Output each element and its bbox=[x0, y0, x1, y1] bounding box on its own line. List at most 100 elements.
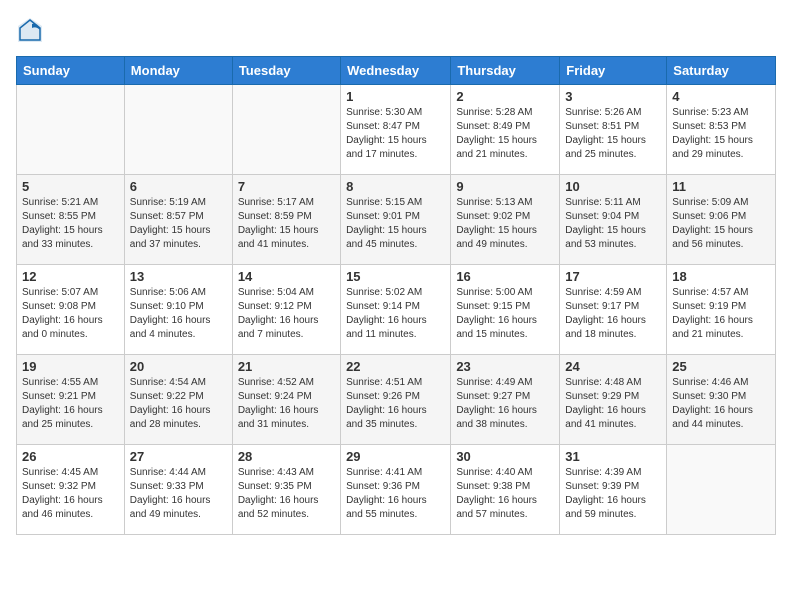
day-info: Sunrise: 5:28 AM Sunset: 8:49 PM Dayligh… bbox=[456, 106, 554, 162]
day-info: Sunrise: 5:07 AM Sunset: 9:08 PM Dayligh… bbox=[22, 286, 119, 342]
weekday-header-saturday: Saturday bbox=[667, 57, 776, 85]
weekday-header-row: SundayMondayTuesdayWednesdayThursdayFrid… bbox=[17, 57, 776, 85]
day-number: 22 bbox=[346, 359, 445, 374]
calendar-cell: 25 Sunrise: 4:46 AM Sunset: 9:30 PM Dayli… bbox=[667, 355, 776, 445]
day-info: Sunrise: 5:21 AM Sunset: 8:55 PM Dayligh… bbox=[22, 196, 119, 252]
day-number: 4 bbox=[672, 89, 770, 104]
day-info: Sunrise: 5:17 AM Sunset: 8:59 PM Dayligh… bbox=[238, 196, 335, 252]
day-number: 31 bbox=[565, 449, 661, 464]
calendar-cell: 12 Sunrise: 5:07 AM Sunset: 9:08 PM Dayli… bbox=[17, 265, 125, 355]
day-info: Sunrise: 4:41 AM Sunset: 9:36 PM Dayligh… bbox=[346, 466, 445, 522]
logo bbox=[16, 16, 48, 44]
day-info: Sunrise: 4:44 AM Sunset: 9:33 PM Dayligh… bbox=[130, 466, 227, 522]
day-info: Sunrise: 4:57 AM Sunset: 9:19 PM Dayligh… bbox=[672, 286, 770, 342]
page-header bbox=[16, 16, 776, 44]
calendar-cell: 10Sunrise: 5:11 AM Sunset: 9:04 PM Dayli… bbox=[560, 175, 667, 265]
day-number: 27 bbox=[130, 449, 227, 464]
calendar-cell: 5 Sunrise: 5:21 AM Sunset: 8:55 PM Daylig… bbox=[17, 175, 125, 265]
day-number: 8 bbox=[346, 179, 445, 194]
day-number: 1 bbox=[346, 89, 445, 104]
calendar-week-row: 5 Sunrise: 5:21 AM Sunset: 8:55 PM Daylig… bbox=[17, 175, 776, 265]
day-number: 15 bbox=[346, 269, 445, 284]
day-info: Sunrise: 5:06 AM Sunset: 9:10 PM Dayligh… bbox=[130, 286, 227, 342]
calendar-cell: 11Sunrise: 5:09 AM Sunset: 9:06 PM Dayli… bbox=[667, 175, 776, 265]
day-number: 5 bbox=[22, 179, 119, 194]
day-number: 30 bbox=[456, 449, 554, 464]
day-info: Sunrise: 4:39 AM Sunset: 9:39 PM Dayligh… bbox=[565, 466, 661, 522]
day-info: Sunrise: 5:15 AM Sunset: 9:01 PM Dayligh… bbox=[346, 196, 445, 252]
day-info: Sunrise: 4:46 AM Sunset: 9:30 PM Dayligh… bbox=[672, 376, 770, 432]
day-number: 21 bbox=[238, 359, 335, 374]
day-number: 12 bbox=[22, 269, 119, 284]
day-number: 6 bbox=[130, 179, 227, 194]
day-info: Sunrise: 4:40 AM Sunset: 9:38 PM Dayligh… bbox=[456, 466, 554, 522]
calendar-cell: 15 Sunrise: 5:02 AM Sunset: 9:14 PM Dayli… bbox=[341, 265, 451, 355]
generalblue-logo-icon bbox=[16, 16, 44, 44]
calendar-cell: 20Sunrise: 4:54 AM Sunset: 9:22 PM Dayli… bbox=[124, 355, 232, 445]
calendar-cell: 22 Sunrise: 4:51 AM Sunset: 9:26 PM Dayli… bbox=[341, 355, 451, 445]
calendar-cell: 23 Sunrise: 4:49 AM Sunset: 9:27 PM Dayli… bbox=[451, 355, 560, 445]
day-info: Sunrise: 5:26 AM Sunset: 8:51 PM Dayligh… bbox=[565, 106, 661, 162]
day-info: Sunrise: 4:43 AM Sunset: 9:35 PM Dayligh… bbox=[238, 466, 335, 522]
weekday-header-thursday: Thursday bbox=[451, 57, 560, 85]
calendar-cell bbox=[667, 445, 776, 535]
calendar-cell: 4 Sunrise: 5:23 AM Sunset: 8:53 PM Daylig… bbox=[667, 85, 776, 175]
calendar-cell: 18 Sunrise: 4:57 AM Sunset: 9:19 PM Dayli… bbox=[667, 265, 776, 355]
day-info: Sunrise: 4:55 AM Sunset: 9:21 PM Dayligh… bbox=[22, 376, 119, 432]
day-info: Sunrise: 5:23 AM Sunset: 8:53 PM Dayligh… bbox=[672, 106, 770, 162]
day-number: 29 bbox=[346, 449, 445, 464]
calendar-cell: 30 Sunrise: 4:40 AM Sunset: 9:38 PM Dayli… bbox=[451, 445, 560, 535]
day-info: Sunrise: 4:52 AM Sunset: 9:24 PM Dayligh… bbox=[238, 376, 335, 432]
day-number: 17 bbox=[565, 269, 661, 284]
calendar-cell: 7 Sunrise: 5:17 AM Sunset: 8:59 PM Daylig… bbox=[232, 175, 340, 265]
calendar-cell bbox=[232, 85, 340, 175]
calendar-cell: 3 Sunrise: 5:26 AM Sunset: 8:51 PM Daylig… bbox=[560, 85, 667, 175]
calendar-week-row: 12 Sunrise: 5:07 AM Sunset: 9:08 PM Dayli… bbox=[17, 265, 776, 355]
day-info: Sunrise: 4:49 AM Sunset: 9:27 PM Dayligh… bbox=[456, 376, 554, 432]
day-number: 19 bbox=[22, 359, 119, 374]
day-number: 20 bbox=[130, 359, 227, 374]
calendar-cell bbox=[17, 85, 125, 175]
day-number: 2 bbox=[456, 89, 554, 104]
weekday-header-monday: Monday bbox=[124, 57, 232, 85]
calendar-cell: 24 Sunrise: 4:48 AM Sunset: 9:29 PM Dayli… bbox=[560, 355, 667, 445]
weekday-header-sunday: Sunday bbox=[17, 57, 125, 85]
calendar-cell: 21 Sunrise: 4:52 AM Sunset: 9:24 PM Dayli… bbox=[232, 355, 340, 445]
day-info: Sunrise: 4:48 AM Sunset: 9:29 PM Dayligh… bbox=[565, 376, 661, 432]
day-number: 3 bbox=[565, 89, 661, 104]
day-info: Sunrise: 5:19 AM Sunset: 8:57 PM Dayligh… bbox=[130, 196, 227, 252]
calendar-week-row: 26Sunrise: 4:45 AM Sunset: 9:32 PM Dayli… bbox=[17, 445, 776, 535]
calendar-cell: 1 Sunrise: 5:30 AM Sunset: 8:47 PM Daylig… bbox=[341, 85, 451, 175]
day-info: Sunrise: 5:30 AM Sunset: 8:47 PM Dayligh… bbox=[346, 106, 445, 162]
calendar-cell: 16Sunrise: 5:00 AM Sunset: 9:15 PM Dayli… bbox=[451, 265, 560, 355]
day-info: Sunrise: 4:45 AM Sunset: 9:32 PM Dayligh… bbox=[22, 466, 119, 522]
weekday-header-wednesday: Wednesday bbox=[341, 57, 451, 85]
calendar-cell: 6 Sunrise: 5:19 AM Sunset: 8:57 PM Daylig… bbox=[124, 175, 232, 265]
day-number: 7 bbox=[238, 179, 335, 194]
calendar-week-row: 19 Sunrise: 4:55 AM Sunset: 9:21 PM Dayli… bbox=[17, 355, 776, 445]
calendar-cell: 8 Sunrise: 5:15 AM Sunset: 9:01 PM Daylig… bbox=[341, 175, 451, 265]
calendar-cell bbox=[124, 85, 232, 175]
day-number: 13 bbox=[130, 269, 227, 284]
day-number: 23 bbox=[456, 359, 554, 374]
calendar-cell: 2 Sunrise: 5:28 AM Sunset: 8:49 PM Daylig… bbox=[451, 85, 560, 175]
calendar-week-row: 1 Sunrise: 5:30 AM Sunset: 8:47 PM Daylig… bbox=[17, 85, 776, 175]
calendar-table: SundayMondayTuesdayWednesdayThursdayFrid… bbox=[16, 56, 776, 535]
calendar-cell: 28 Sunrise: 4:43 AM Sunset: 9:35 PM Dayli… bbox=[232, 445, 340, 535]
calendar-cell: 31 Sunrise: 4:39 AM Sunset: 9:39 PM Dayli… bbox=[560, 445, 667, 535]
day-info: Sunrise: 4:51 AM Sunset: 9:26 PM Dayligh… bbox=[346, 376, 445, 432]
day-number: 24 bbox=[565, 359, 661, 374]
day-info: Sunrise: 4:59 AM Sunset: 9:17 PM Dayligh… bbox=[565, 286, 661, 342]
calendar-cell: 9 Sunrise: 5:13 AM Sunset: 9:02 PM Daylig… bbox=[451, 175, 560, 265]
calendar-cell: 26Sunrise: 4:45 AM Sunset: 9:32 PM Dayli… bbox=[17, 445, 125, 535]
day-number: 18 bbox=[672, 269, 770, 284]
calendar-cell: 14Sunrise: 5:04 AM Sunset: 9:12 PM Dayli… bbox=[232, 265, 340, 355]
day-number: 25 bbox=[672, 359, 770, 374]
day-info: Sunrise: 5:11 AM Sunset: 9:04 PM Dayligh… bbox=[565, 196, 661, 252]
calendar-cell: 17 Sunrise: 4:59 AM Sunset: 9:17 PM Dayli… bbox=[560, 265, 667, 355]
day-number: 9 bbox=[456, 179, 554, 194]
day-info: Sunrise: 5:02 AM Sunset: 9:14 PM Dayligh… bbox=[346, 286, 445, 342]
day-info: Sunrise: 5:09 AM Sunset: 9:06 PM Dayligh… bbox=[672, 196, 770, 252]
day-number: 28 bbox=[238, 449, 335, 464]
day-info: Sunrise: 5:13 AM Sunset: 9:02 PM Dayligh… bbox=[456, 196, 554, 252]
